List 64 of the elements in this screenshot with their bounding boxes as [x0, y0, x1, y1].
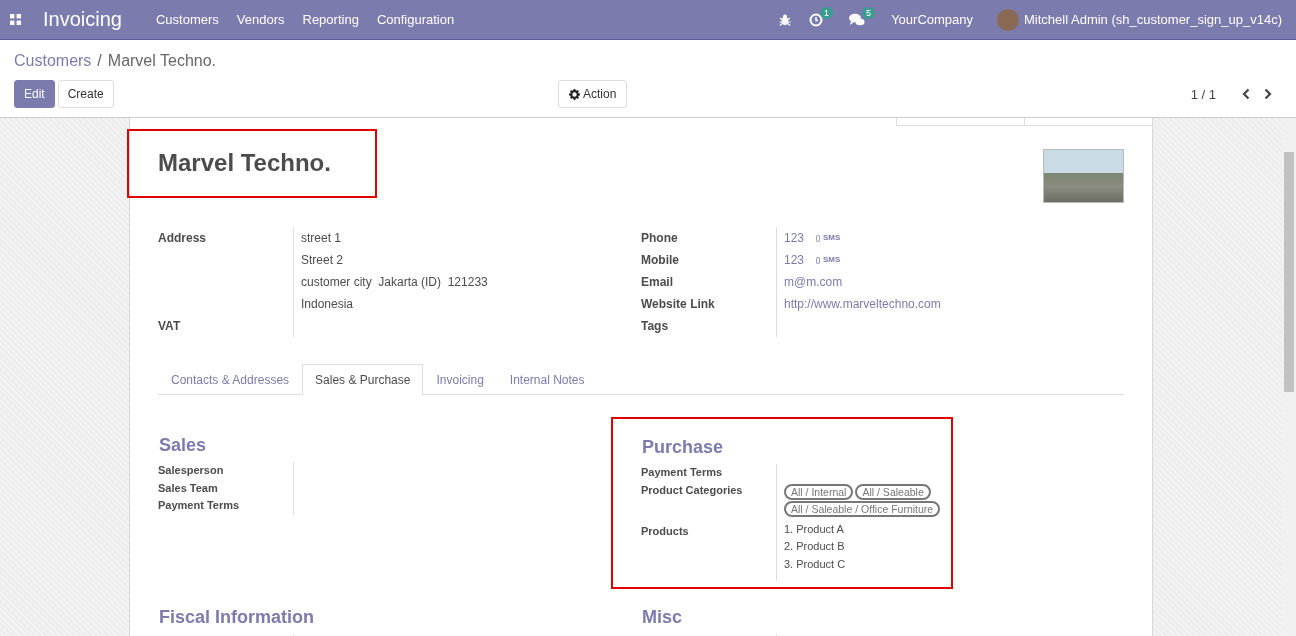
phone-icon: [816, 234, 821, 242]
field-link[interactable]: 123: [784, 249, 805, 271]
section-title: Fiscal Information: [159, 607, 316, 628]
field-label: Email: [641, 274, 674, 291]
edit-button[interactable]: Edit: [14, 80, 55, 108]
company-name[interactable]: YourCompany: [891, 12, 974, 27]
record-name: Marvel Techno.: [158, 149, 331, 177]
field-label: VAT: [158, 318, 182, 335]
field-link[interactable]: http://www.marveltechno.com: [784, 293, 941, 315]
sms-button[interactable]: SMS: [816, 227, 841, 249]
breadcrumb-link[interactable]: Customers: [14, 52, 92, 70]
address-line: Indonesia: [301, 296, 355, 313]
product-item: 1. Product A: [784, 521, 845, 537]
action-button[interactable]: Action: [558, 80, 628, 108]
field-label: Tags: [641, 318, 670, 335]
field-label: Sales Team: [158, 480, 219, 496]
field-label: Address: [158, 230, 208, 247]
tab[interactable]: Invoicing: [423, 364, 497, 394]
field-label: Products: [641, 523, 690, 539]
chevron-right-icon[interactable]: [1264, 88, 1272, 100]
phone-icon: [816, 256, 821, 264]
product-item: 3. Product C: [784, 556, 847, 572]
create-button[interactable]: Create: [57, 80, 114, 108]
menu-item[interactable]: Vendors: [236, 12, 285, 27]
tab[interactable]: Internal Notes: [496, 364, 598, 394]
field-label: Mobile: [641, 252, 680, 269]
category-tag: All / Internal: [784, 483, 854, 500]
category-tag: All / Saleable: [855, 483, 931, 500]
product-item: 2. Product B: [784, 539, 846, 554]
section-title: Purchase: [642, 437, 725, 458]
menu-item[interactable]: Customers: [155, 12, 219, 27]
field-label: Salesperson: [158, 463, 225, 478]
menu-item[interactable]: Reporting: [302, 12, 359, 27]
field-label: Payment Terms: [158, 498, 241, 513]
category-tag: All / Saleable / Office Furniture: [784, 500, 941, 517]
field-link[interactable]: m@m.com: [784, 271, 843, 293]
app-name[interactable]: Invoicing: [43, 8, 122, 31]
address-line: customer city Jakarta (ID) 121233: [301, 274, 489, 291]
field-label: Phone: [641, 230, 679, 247]
field-label: Website Link: [641, 296, 716, 313]
field-label: Product Categories: [641, 482, 744, 498]
address-line: street 1: [301, 230, 343, 247]
bug-icon[interactable]: [779, 13, 792, 26]
tab[interactable]: Sales & Purchase: [302, 364, 424, 395]
user-name[interactable]: Mitchell Admin (sh_customer_sign_up_v14c): [1024, 12, 1282, 27]
chevron-left-icon[interactable]: [1242, 88, 1250, 100]
pager-value: 1 / 1: [1190, 86, 1216, 102]
message-count-badge: 5: [862, 6, 876, 19]
breadcrumb-separator: /: [97, 52, 102, 70]
address-line: Street 2: [301, 252, 345, 269]
section-title: Sales: [159, 435, 208, 456]
scrollbar[interactable]: [1282, 118, 1296, 636]
chat-icon[interactable]: [849, 12, 866, 27]
sms-button[interactable]: SMS: [816, 249, 841, 271]
tab[interactable]: Contacts & Addresses: [158, 364, 303, 394]
activity-count-badge: 1: [820, 6, 834, 19]
apps-menu-icon[interactable]: [10, 14, 21, 25]
field-label: Payment Terms: [641, 465, 724, 480]
menu-item[interactable]: Configuration: [376, 12, 455, 27]
section-title: Misc: [642, 607, 684, 628]
clock-icon[interactable]: [809, 12, 824, 27]
field-link[interactable]: 123: [784, 227, 805, 249]
gear-icon: [569, 88, 580, 100]
breadcrumb-current: Marvel Techno.: [107, 52, 216, 70]
